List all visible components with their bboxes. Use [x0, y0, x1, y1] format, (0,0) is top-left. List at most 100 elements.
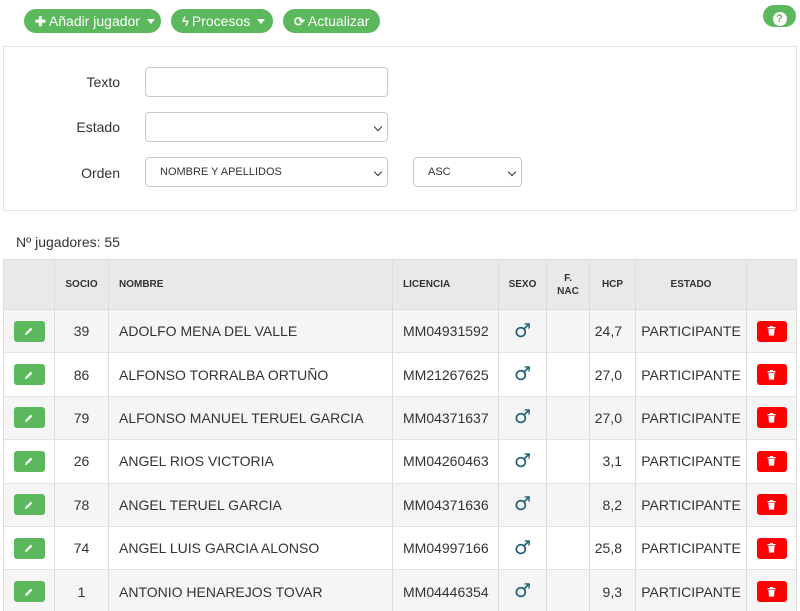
edit-cell	[4, 310, 55, 353]
fnac-cell	[547, 440, 590, 483]
header-nombre[interactable]: NOMBRE	[109, 260, 393, 309]
header-sexo[interactable]: SEXO	[499, 260, 547, 309]
delete-cell	[747, 570, 796, 611]
delete-button[interactable]	[756, 581, 787, 603]
processes-label: Procesos	[191, 13, 251, 29]
delete-cell	[747, 353, 796, 395]
estado-cell: PARTICIPANTE	[636, 440, 747, 483]
chevron-down-icon	[373, 167, 383, 177]
table-row: 79 ALFONSO MANUEL TERUEL GARCIA MM043716…	[4, 396, 796, 441]
edit-cell	[4, 483, 55, 526]
edit-button[interactable]	[13, 364, 45, 386]
help-button[interactable]: ?	[763, 5, 796, 27]
refresh-button[interactable]: ⟳ Actualizar	[283, 9, 380, 33]
trash-icon	[767, 543, 776, 553]
header-hcp[interactable]: HCP	[590, 260, 636, 309]
header-socio[interactable]: SOCIO	[55, 260, 109, 309]
orden-select[interactable]: NOMBRE Y APELLIDOS	[145, 157, 388, 187]
delete-cell	[747, 484, 796, 526]
header-licencia[interactable]: LICENCIA	[393, 260, 499, 309]
caret-down-icon	[146, 18, 155, 24]
trash-icon	[767, 412, 776, 423]
pencil-icon	[25, 371, 33, 379]
socio-cell: 1	[55, 570, 109, 611]
chevron-down-icon	[507, 167, 517, 177]
nombre-cell: ANGEL TERUEL GARCIA	[109, 483, 393, 526]
orden-select-value: NOMBRE Y APELLIDOS	[160, 166, 282, 178]
male-icon: ♂	[513, 493, 532, 516]
table-header: SOCIO NOMBRE LICENCIA SEXO F. NAC HCP EST…	[4, 259, 796, 310]
delete-cell	[747, 527, 796, 569]
delete-button[interactable]	[756, 494, 787, 516]
licencia-cell: MM04260463	[393, 440, 499, 483]
edit-button[interactable]	[13, 537, 45, 559]
delete-cell	[747, 397, 796, 439]
delete-button[interactable]	[756, 407, 787, 429]
processes-button[interactable]: ϟ Procesos	[171, 9, 273, 33]
sexo-cell: ♂	[499, 396, 547, 440]
sexo-cell: ♂	[499, 526, 547, 570]
trash-icon	[767, 456, 776, 466]
hcp-cell: 8,2	[590, 483, 636, 526]
delete-button[interactable]	[756, 364, 787, 386]
licencia-cell: MM04931592	[393, 310, 499, 353]
hcp-cell: 25,8	[590, 526, 636, 570]
header-estado[interactable]: ESTADO	[636, 260, 747, 309]
estado-cell: PARTICIPANTE	[636, 570, 747, 611]
delete-button[interactable]	[756, 320, 787, 342]
male-icon: ♂	[513, 536, 532, 559]
pencil-icon	[25, 501, 33, 509]
edit-button[interactable]	[13, 407, 45, 429]
nombre-cell: ANTONIO HENAREJOS TOVAR	[109, 570, 393, 611]
table-row: 1 ANTONIO HENAREJOS TOVAR MM04446354 ♂ 9…	[4, 570, 796, 611]
trash-icon	[767, 326, 776, 336]
header-delete	[747, 260, 796, 309]
nombre-cell: ANGEL RIOS VICTORIA	[109, 440, 393, 483]
bolt-icon: ϟ	[182, 14, 189, 29]
header-fnac[interactable]: F. NAC	[547, 260, 590, 309]
table-row: 26 ANGEL RIOS VICTORIA MM04260463 ♂ 3,1 …	[4, 440, 796, 484]
player-count: Nº jugadores: 55	[16, 234, 120, 250]
estado-cell: PARTICIPANTE	[636, 353, 747, 396]
table-row: 86 ALFONSO TORRALBA ORTUÑO MM21267625 ♂ …	[4, 353, 796, 397]
edit-button[interactable]	[13, 320, 45, 342]
male-icon: ♂	[513, 319, 532, 342]
estado-cell: PARTICIPANTE	[636, 483, 747, 526]
hcp-cell: 27,0	[590, 396, 636, 440]
male-icon: ♂	[513, 580, 532, 603]
fnac-cell	[547, 310, 590, 353]
licencia-cell: MM21267625	[393, 353, 499, 396]
toolbar: ✚ Añadir jugador ϟ Procesos ⟳ Actualizar ?	[0, 0, 800, 42]
edit-cell	[4, 353, 55, 396]
edit-button[interactable]	[13, 581, 45, 603]
licencia-cell: MM04371637	[393, 396, 499, 440]
trash-icon	[767, 369, 776, 380]
add-player-button[interactable]: ✚ Añadir jugador	[24, 9, 161, 33]
estado-label: Estado	[76, 119, 120, 135]
estado-select[interactable]	[145, 112, 388, 142]
delete-button[interactable]	[756, 537, 787, 559]
nombre-cell: ALFONSO TORRALBA ORTUÑO	[109, 353, 393, 396]
socio-cell: 39	[55, 310, 109, 353]
delete-button[interactable]	[756, 450, 787, 472]
edit-cell	[4, 396, 55, 440]
socio-cell: 79	[55, 396, 109, 440]
edit-button[interactable]	[13, 494, 45, 516]
trash-icon	[767, 499, 776, 510]
hcp-cell: 3,1	[590, 440, 636, 483]
sexo-cell: ♂	[499, 310, 547, 353]
nombre-cell: ANGEL LUIS GARCIA ALONSO	[109, 526, 393, 570]
texto-input[interactable]	[145, 67, 388, 97]
estado-cell: PARTICIPANTE	[636, 526, 747, 570]
direction-select[interactable]: ASC	[413, 157, 522, 187]
chevron-down-icon	[373, 122, 383, 132]
edit-cell	[4, 440, 55, 483]
delete-cell	[747, 440, 796, 482]
pencil-icon	[25, 544, 33, 553]
edit-button[interactable]	[13, 450, 45, 472]
fnac-cell	[547, 483, 590, 526]
sexo-cell: ♂	[499, 483, 547, 526]
sexo-cell: ♂	[499, 440, 547, 483]
pencil-icon	[25, 457, 33, 466]
pencil-icon	[25, 588, 33, 596]
